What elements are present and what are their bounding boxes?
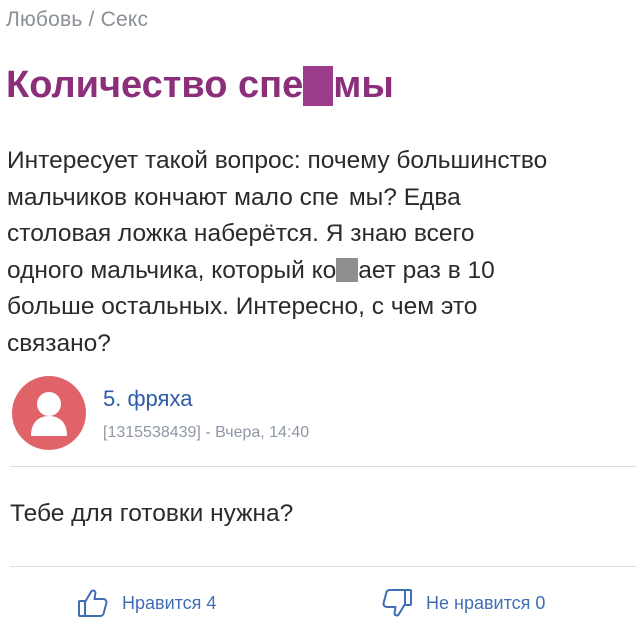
title-part-1: Количество спе — [6, 64, 304, 106]
body-line-4a: одного мальчика, который ко — [7, 256, 337, 284]
breadcrumb: Любовь / Секс — [6, 8, 148, 32]
question-title: Количество спе мы — [6, 60, 394, 110]
question-page: Любовь / Секс Количество спе мы Интересует … — [0, 0, 640, 632]
body-line-3: столовая ложка наберётся. Я знаю всего — [7, 220, 475, 247]
thumbs-down-icon — [380, 586, 414, 620]
body-line-4b: ает раз в 10 — [358, 256, 495, 284]
body-line-2b: мы? Едва — [348, 183, 461, 211]
thumbs-up-icon — [76, 586, 110, 620]
body-line-1: Интересует такой вопрос: почему большинс… — [7, 147, 548, 174]
dislike-button[interactable]: Не нравится 0 — [380, 586, 545, 620]
divider — [10, 466, 636, 467]
answer-meta: [1315538439] - Вчера, 14:40 — [103, 424, 310, 441]
user-silhouette-icon — [12, 376, 86, 450]
dislike-label: Не нравится 0 — [426, 592, 546, 613]
question-body: Интересует такой вопрос: почему большинс… — [7, 143, 637, 362]
like-label: Нравится 4 — [122, 592, 217, 613]
censor-block — [303, 66, 334, 106]
like-button[interactable]: Нравится 4 — [76, 586, 216, 620]
body-line-2a: мальчиков кончают мало спе — [7, 183, 339, 211]
breadcrumb-item-sex[interactable]: Секс — [101, 8, 149, 31]
avatar[interactable] — [12, 376, 86, 450]
body-line-6: связано? — [7, 329, 111, 357]
censor-block — [336, 257, 359, 282]
blurred-text — [339, 184, 349, 208]
breadcrumb-separator: / — [88, 8, 95, 31]
title-part-2: мы — [333, 64, 394, 106]
divider — [10, 566, 636, 567]
body-line-5: больше остальных. Интересно, с чем это — [7, 293, 478, 320]
breadcrumb-item-love[interactable]: Любовь — [6, 8, 83, 31]
answer-text: Тебе для готовки нужна? — [10, 500, 294, 527]
answer-author[interactable]: 5. фряха — [103, 386, 192, 412]
